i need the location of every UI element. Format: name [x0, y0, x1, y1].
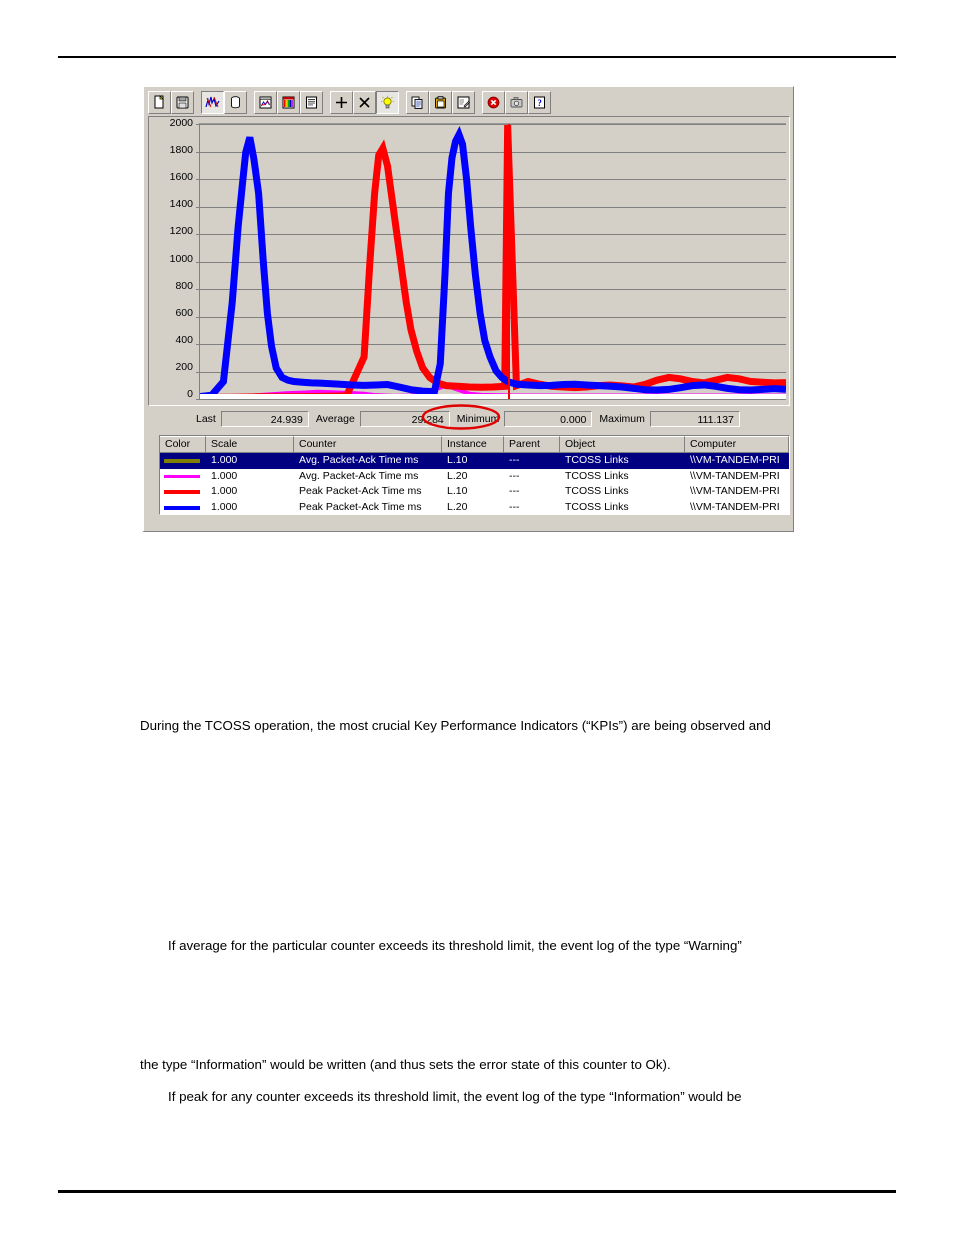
legend-cell-instance: L.20	[447, 501, 468, 514]
page-header-rule	[58, 56, 896, 58]
y-axis-tick-label: 400	[175, 333, 193, 346]
average-value: 29.284	[359, 411, 450, 427]
report-view-icon[interactable]	[277, 90, 300, 114]
time-cursor-line	[507, 124, 510, 399]
legend-cell-parent: ---	[509, 469, 520, 482]
legend-cell-scale: 1.000	[211, 454, 238, 467]
average-label: Average	[315, 413, 355, 425]
y-axis-tick-label: 1000	[169, 252, 193, 265]
legend-column-header[interactable]: Parent	[504, 436, 560, 453]
body-paragraph-1: During the TCOSS operation, the most cru…	[140, 718, 771, 733]
legend-color-swatch	[164, 489, 200, 494]
legend-cell-computer: \\VM-TANDEM-PRI	[690, 454, 780, 467]
minimum-label: Minimum	[456, 413, 500, 425]
legend-cell-instance: L.10	[447, 485, 468, 498]
y-axis-tick-label: 200	[175, 360, 193, 373]
legend-cell-computer: \\VM-TANDEM-PRI	[690, 485, 780, 498]
y-axis-tick-label: 1800	[169, 144, 193, 157]
y-axis-tick-label: 1600	[169, 171, 193, 184]
legend-cell-parent: ---	[509, 501, 520, 514]
plot-baseline	[200, 394, 786, 399]
legend-cell-object: TCOSS Links	[565, 469, 629, 482]
legend-column-header[interactable]: Color	[160, 436, 206, 453]
y-axis-tick-label: 0	[187, 388, 193, 400]
paste-icon[interactable]	[429, 90, 452, 114]
legend-color-swatch	[164, 458, 200, 463]
last-label: Last	[196, 413, 216, 425]
add-counter-icon[interactable]	[330, 90, 353, 114]
new-chart-icon[interactable]	[148, 90, 171, 114]
value-bar: Last 24.939 Average 29.284 Minimum 0.000…	[148, 404, 790, 430]
legend-cell-scale: 1.000	[211, 501, 238, 514]
legend-cell-scale: 1.000	[211, 485, 238, 498]
legend-color-swatch	[164, 474, 200, 478]
copy-icon[interactable]	[406, 90, 429, 114]
log-view-icon[interactable]	[254, 90, 277, 114]
legend-body: 1.000 Avg. Packet-Ack Time ms L.10 --- TCOSS…	[160, 453, 789, 515]
legend-color-swatch-cell	[160, 474, 206, 478]
performance-monitor-window: ? 2000 1800 1600 1400 1200 1000 800 600 400 200 0 …	[142, 86, 794, 532]
open-file-icon[interactable]	[171, 90, 194, 114]
alert-view-icon[interactable]	[224, 90, 247, 114]
legend-row[interactable]: 1.000 Avg. Packet-Ack Time ms L.20 --- TCOSS…	[160, 469, 789, 485]
legend-row[interactable]: 1.000 Avg. Packet-Ack Time ms L.10 --- TCOSS…	[160, 453, 789, 469]
legend-cell-parent: ---	[509, 454, 520, 467]
legend-cell-object: TCOSS Links	[565, 454, 629, 467]
y-axis: 2000 1800 1600 1400 1200 1000 800 600 400 200 0	[149, 117, 197, 405]
legend-cell-computer: \\VM-TANDEM-PRI	[690, 469, 780, 482]
legend-cell-scale: 1.000	[211, 469, 238, 482]
legend-cell-counter: Avg. Packet-Ack Time ms	[299, 469, 419, 482]
help-icon[interactable]: ?	[528, 90, 551, 114]
counter-list-icon[interactable]	[300, 90, 323, 114]
legend-row[interactable]: 1.000 Peak Packet-Ack Time ms L.20 --- TCOSS…	[160, 500, 789, 516]
minimum-value: 0.000	[504, 411, 593, 427]
highlight-icon[interactable]	[376, 90, 399, 114]
legend-column-header[interactable]: Computer	[685, 436, 789, 453]
y-axis-tick-label: 600	[175, 306, 193, 319]
legend-row[interactable]: 1.000 Peak Packet-Ack Time ms L.10 --- TCOSS…	[160, 484, 789, 500]
legend-color-swatch	[164, 505, 200, 510]
chart-series-line	[200, 135, 786, 397]
legend-cell-instance: L.10	[447, 454, 468, 467]
legend-color-swatch-cell	[160, 505, 206, 510]
legend-cell-instance: L.20	[447, 469, 468, 482]
y-axis-tick-label: 1400	[169, 198, 193, 211]
counter-legend-table[interactable]: Color Scale Counter Instance Parent Object Com…	[159, 435, 790, 515]
chart-view-icon[interactable]	[201, 90, 224, 114]
body-paragraph-2: If average for the particular counter ex…	[168, 938, 742, 953]
legend-column-header[interactable]: Counter	[294, 436, 442, 453]
maximum-value: 111.137	[649, 411, 740, 427]
legend-column-header[interactable]: Scale	[206, 436, 294, 453]
legend-column-header[interactable]: Instance	[442, 436, 504, 453]
toolbar: ?	[148, 89, 791, 115]
legend-cell-object: TCOSS Links	[565, 501, 629, 514]
y-axis-tick-label: 1200	[169, 225, 193, 238]
y-axis-tick-label: 2000	[169, 117, 193, 129]
chart-traces	[200, 124, 786, 399]
legend-cell-counter: Peak Packet-Ack Time ms	[299, 501, 422, 514]
legend-cell-computer: \\VM-TANDEM-PRI	[690, 501, 780, 514]
stop-icon[interactable]	[482, 90, 505, 114]
page-footer-rule	[58, 1190, 896, 1193]
legend-column-header[interactable]: Object	[560, 436, 685, 453]
legend-color-swatch-cell	[160, 489, 206, 494]
legend-cell-counter: Avg. Packet-Ack Time ms	[299, 454, 419, 467]
legend-cell-counter: Peak Packet-Ack Time ms	[299, 485, 422, 498]
chart-area: 2000 1800 1600 1400 1200 1000 800 600 400 200 0	[148, 116, 790, 406]
svg-text:?: ?	[537, 98, 542, 108]
delete-counter-icon[interactable]	[353, 90, 376, 114]
legend-color-swatch-cell	[160, 458, 206, 463]
body-paragraph-4: If peak for any counter exceeds its thre…	[168, 1089, 742, 1104]
legend-cell-object: TCOSS Links	[565, 485, 629, 498]
snapshot-icon[interactable]	[505, 90, 528, 114]
last-value: 24.939	[220, 411, 309, 427]
body-paragraph-3: the type “Information” would be written …	[140, 1057, 671, 1072]
plot-area[interactable]	[196, 123, 786, 400]
options-icon[interactable]	[452, 90, 475, 114]
legend-header-row: Color Scale Counter Instance Parent Object Com…	[160, 436, 789, 453]
maximum-label: Maximum	[599, 413, 645, 425]
legend-cell-parent: ---	[509, 485, 520, 498]
gridline	[200, 399, 786, 400]
y-axis-tick-label: 800	[175, 279, 193, 292]
